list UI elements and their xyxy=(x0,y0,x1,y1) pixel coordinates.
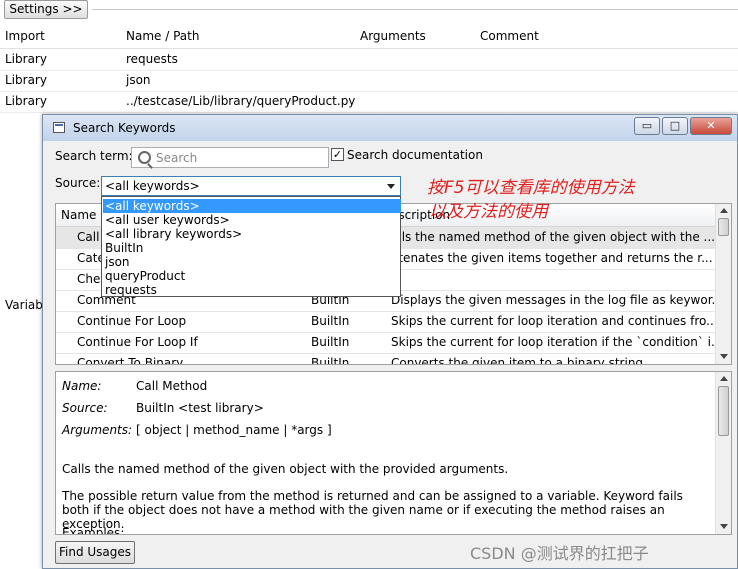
detail-arguments-value: [ object | method_name | *args ] xyxy=(136,423,332,437)
keyword-name: Call xyxy=(77,230,100,244)
col-comment: Comment xyxy=(480,29,539,43)
dropdown-option[interactable]: json xyxy=(103,255,401,269)
find-usages-button[interactable]: Find Usages xyxy=(55,541,135,564)
table-row[interactable]: Continue For Loop BuiltIn Skips the curr… xyxy=(56,311,717,333)
source-label: Source: xyxy=(55,176,101,190)
scroll-up-icon[interactable] xyxy=(720,376,728,381)
detail-paragraph: Examples: xyxy=(62,526,125,535)
col-name-path: Name / Path xyxy=(126,29,200,43)
import-type: Library xyxy=(5,73,47,87)
dialog-title: Search Keywords xyxy=(73,121,176,135)
table-row[interactable]: Library json xyxy=(0,70,738,92)
scroll-down-icon[interactable] xyxy=(720,524,728,529)
detail-source-label: Source: xyxy=(62,401,108,415)
imports-table-header: Import Name / Path Arguments Comment xyxy=(0,26,738,49)
details-scrollbar[interactable] xyxy=(715,372,731,534)
detail-paragraph: Calls the named method of the given obje… xyxy=(62,462,509,476)
keyword-description: alls the named method of the given objec… xyxy=(391,230,715,244)
table-row[interactable]: Convert To Binary BuiltIn Converts the g… xyxy=(56,353,717,365)
keyword-name: Continue For Loop xyxy=(77,314,187,328)
close-button[interactable]: ✕ xyxy=(690,117,732,135)
keyword-description: atenates the given items together and re… xyxy=(391,251,713,265)
col-name[interactable]: Name xyxy=(61,208,96,222)
keyword-name: Continue For Loop If xyxy=(77,335,198,349)
col-import: Import xyxy=(5,29,45,43)
import-name: requests xyxy=(126,52,178,66)
table-row[interactable]: Library ../testcase/Lib/library/queryPro… xyxy=(0,91,738,113)
dropdown-option[interactable]: <all user keywords> xyxy=(103,213,401,227)
import-type: Library xyxy=(5,52,47,66)
keyword-source: BuiltIn xyxy=(311,314,350,328)
import-name: ../testcase/Lib/library/queryProduct.py xyxy=(126,94,356,108)
search-input[interactable]: Search xyxy=(131,147,329,168)
dropdown-option[interactable]: BuiltIn xyxy=(103,241,401,255)
chevron-down-icon xyxy=(387,184,395,189)
scroll-down-icon[interactable] xyxy=(720,354,728,359)
source-dropdown[interactable]: <all keywords> <all user keywords> <all … xyxy=(101,196,401,297)
watermark: CSDN @测试界的扛把子 xyxy=(470,544,649,563)
detail-arguments-label: Arguments: xyxy=(62,423,133,437)
table-row[interactable]: Continue For Loop If BuiltIn Skips the c… xyxy=(56,332,717,354)
dropdown-option[interactable]: <all library keywords> xyxy=(103,227,401,241)
keyword-description: Skips the current for loop iteration if … xyxy=(391,335,715,349)
window-icon xyxy=(53,122,65,133)
search-placeholder: Search xyxy=(156,151,198,165)
settings-button[interactable]: Settings >> xyxy=(4,0,88,19)
keyword-name: Convert To Binary xyxy=(77,356,184,365)
scroll-thumb[interactable] xyxy=(718,386,729,436)
variables-label: Variab xyxy=(5,298,43,312)
search-keywords-dialog: Search Keywords ▭ □ ✕ Search term: Searc… xyxy=(42,114,738,569)
detail-name-value: Call Method xyxy=(136,379,208,393)
search-icon xyxy=(138,151,151,164)
keyword-source: BuiltIn xyxy=(311,356,350,365)
annotation-line-1: 按F5可以查看库的使用方法 xyxy=(427,178,635,198)
scroll-up-icon[interactable] xyxy=(720,208,728,213)
keyword-description: Displays the given messages in the log f… xyxy=(391,293,715,307)
detail-source-value: BuiltIn <test library> xyxy=(136,401,264,415)
detail-name-label: Name: xyxy=(62,379,102,393)
search-documentation-label: Search documentation xyxy=(347,148,483,162)
keyword-source: BuiltIn xyxy=(311,335,350,349)
keyword-list-scrollbar[interactable] xyxy=(715,204,731,364)
search-term-label: Search term: xyxy=(55,149,133,163)
settings-divider xyxy=(92,9,738,10)
maximize-button[interactable]: □ xyxy=(662,117,688,135)
dialog-titlebar[interactable]: Search Keywords ▭ □ ✕ xyxy=(43,115,737,141)
keyword-description: Skips the current for loop iteration and… xyxy=(391,314,715,328)
scroll-thumb[interactable] xyxy=(718,218,729,236)
import-name: json xyxy=(126,73,151,87)
import-type: Library xyxy=(5,94,47,108)
dropdown-option[interactable]: requests xyxy=(103,283,401,297)
annotation-line-2: 以及方法的使用 xyxy=(429,202,548,222)
detail-paragraph: The possible return value from the metho… xyxy=(62,489,683,531)
search-documentation-checkbox[interactable]: ✓ xyxy=(331,148,344,161)
dropdown-option[interactable]: <all keywords> xyxy=(103,199,401,213)
source-selected-value: <all keywords> xyxy=(105,179,200,193)
keyword-description: Converts the given item to a binary stri… xyxy=(391,356,644,365)
table-row[interactable]: Library requests xyxy=(0,49,738,71)
keyword-details: Name: Call Method Source: BuiltIn <test … xyxy=(55,371,732,535)
source-select[interactable]: <all keywords> xyxy=(101,176,401,196)
col-arguments: Arguments xyxy=(360,29,426,43)
minimize-button[interactable]: ▭ xyxy=(634,117,660,135)
dropdown-option[interactable]: queryProduct xyxy=(103,269,401,283)
